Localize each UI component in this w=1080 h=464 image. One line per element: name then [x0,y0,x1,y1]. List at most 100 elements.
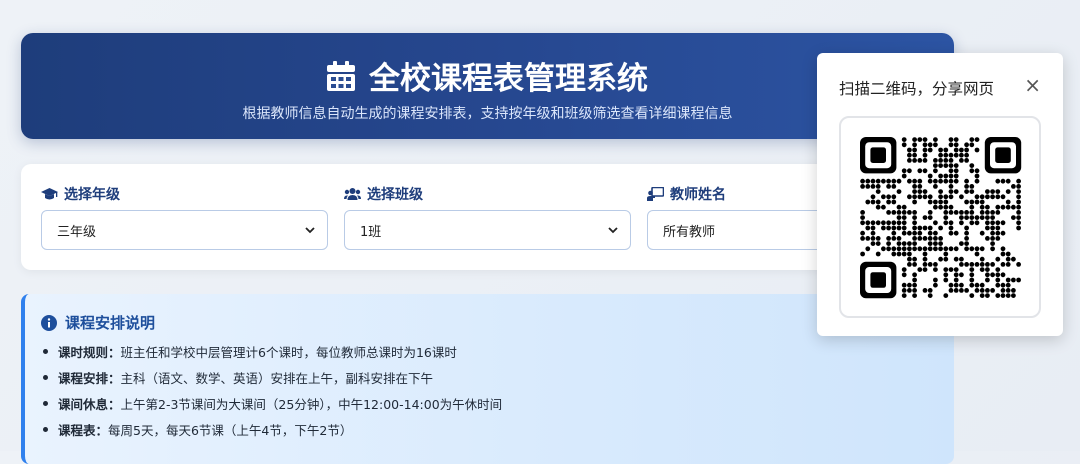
chevron-down-icon [608,226,618,233]
list-item: 课程安排： 主科（语文、数学、英语）安排在上午，副科安排在下午 [43,364,502,390]
qr-module [943,215,949,220]
qr-module [886,241,891,246]
qr-module [969,220,975,226]
qr-module [860,251,865,257]
qr-module [927,293,933,298]
qr-module [959,220,964,226]
qr-module [979,293,985,298]
qr-module [1016,225,1021,231]
qr-module [969,184,975,189]
qr-module [875,236,881,241]
qr-module [896,215,902,220]
class-select-value: 1班 [360,224,382,240]
qr-module [875,178,881,184]
qr-finder-pattern [984,137,1022,174]
qr-module [865,220,871,226]
qr-module [912,220,917,226]
class-filter-label: 选择班级 [367,187,423,203]
qr-module [948,288,954,293]
bullet [43,426,48,432]
qr-module [979,230,985,236]
qr-module [964,189,969,194]
class-select[interactable]: 1班 [344,210,631,250]
qr-module [964,262,969,267]
qr-finder-pattern [860,261,897,299]
qr-module [938,163,943,168]
qr-module [901,225,907,231]
grade-select[interactable]: 三年级 [41,210,328,250]
qr-module [953,152,959,158]
qr-module [1011,293,1016,298]
qr-module [927,225,933,231]
qr-module [959,152,964,158]
qr-module [938,256,943,262]
qr-module [886,220,891,226]
qr-module [990,189,995,194]
qr-module [953,137,959,142]
qr-module [927,194,933,200]
qr-module [1011,277,1016,283]
qr-module [907,288,912,293]
qr-module [922,147,928,153]
qr-module [927,199,933,205]
qr-module [1005,178,1011,184]
qr-module [953,210,959,215]
qr-module [917,246,923,252]
qr-module [969,142,975,148]
qr-module [974,262,980,267]
qr-module [865,225,871,231]
qr-module [938,246,943,252]
qr-module [870,178,876,184]
qr-module [865,246,871,252]
qr-module [990,210,995,215]
qr-module [948,225,954,231]
qr-module [922,267,928,272]
qr-module [953,230,959,236]
qr-module [948,184,954,189]
qr-module [995,189,1001,194]
page-header: 全校课程表管理系统 根据教师信息自动生成的课程安排表，支持按年级和班级筛选查看详… [21,33,954,139]
qr-module [912,158,917,163]
qr-module [1016,194,1021,200]
qr-module [907,210,912,215]
qr-module [907,230,912,236]
bullet [43,374,48,380]
qr-code-image [860,137,1022,299]
qr-module [896,246,902,252]
qr-module [896,241,902,246]
qr-module [979,210,985,215]
qr-module [875,251,881,257]
qr-module [912,210,917,215]
close-icon[interactable]: × [1024,75,1041,95]
qr-module [870,194,876,200]
qr-module [907,241,912,246]
qr-module [969,272,975,278]
qr-module [1000,230,1006,236]
qr-module [964,215,969,220]
qr-module [922,251,928,257]
calendar-icon [327,60,355,91]
qr-module [995,204,1001,210]
qr-module [938,204,943,210]
qr-module [901,168,907,174]
qr-module [912,272,917,278]
qr-module [964,147,969,153]
qr-module [979,288,985,293]
qr-module [870,184,876,189]
qr-module [907,147,912,153]
qr-module [933,230,938,236]
qr-module [917,137,923,142]
qr-module [901,282,907,288]
qr-module [974,199,980,205]
qr-module [891,230,897,236]
info-item-label: 课程安排： [58,370,121,386]
qr-module [985,277,990,283]
qr-module [1000,251,1006,257]
qr-module [1016,178,1021,184]
qr-module [891,178,897,184]
qr-module [1000,178,1006,184]
qr-module [959,282,964,288]
qr-module [917,267,923,272]
qr-module [875,220,881,226]
qr-module [912,199,917,205]
